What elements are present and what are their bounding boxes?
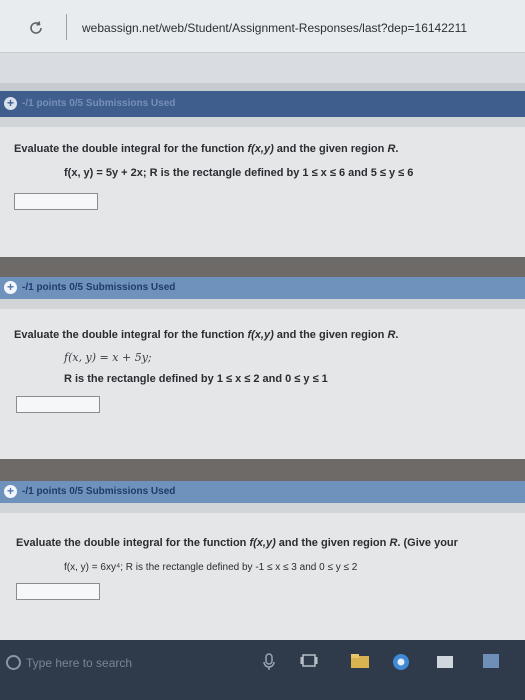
question-3-answer-input[interactable] — [16, 583, 100, 600]
question-3-prompt: Evaluate the double integral for the fun… — [16, 537, 458, 549]
bookmarks-band — [0, 53, 525, 83]
taskbar-search-input[interactable]: Type here to search — [26, 656, 132, 670]
question-2-panel: Evaluate the double integral for the fun… — [0, 299, 525, 459]
taskbar: Type here to search — [0, 640, 525, 700]
question-1-panel: Evaluate the double integral for the fun… — [0, 117, 525, 257]
question-2-points: -/1 points 0/5 Submissions Used — [22, 282, 176, 293]
question-3-points: -/1 points 0/5 Submissions Used — [22, 486, 176, 497]
reload-icon[interactable] — [28, 20, 44, 36]
question-3-panel: Evaluate the double integral for the fun… — [0, 503, 525, 640]
question-2-formula: f(x, y) = x + 5y; — [64, 351, 152, 364]
expand-icon[interactable]: + — [4, 281, 17, 294]
task-view-icon[interactable] — [300, 653, 318, 669]
page-top-strip — [0, 83, 525, 91]
question-2-answer-input[interactable] — [16, 396, 100, 413]
question-1-points: -/1 points 0/5 Submissions Used — [22, 98, 176, 109]
question-1-prompt: Evaluate the double integral for the fun… — [14, 143, 399, 155]
expand-icon[interactable]: + — [4, 97, 17, 110]
url-divider — [66, 14, 67, 40]
address-bar: webassign.net/web/Student/Assignment-Res… — [0, 0, 525, 53]
word-icon[interactable] — [482, 653, 500, 669]
question-3-header: + -/1 points 0/5 Submissions Used — [0, 481, 525, 503]
question-1-header: + -/1 points 0/5 Submissions Used — [0, 91, 525, 117]
cortana-icon[interactable] — [6, 655, 21, 670]
question-1-formula: f(x, y) = 5y + 2x; R is the rectangle de… — [64, 167, 414, 179]
chrome-icon[interactable] — [392, 653, 410, 671]
microphone-icon[interactable] — [262, 653, 276, 671]
question-3-formula: f(x, y) = 6xy⁴; R is the rectangle defin… — [64, 562, 358, 573]
expand-icon[interactable]: + — [4, 485, 17, 498]
file-explorer-icon[interactable] — [350, 653, 370, 669]
store-icon[interactable] — [436, 653, 454, 669]
question-2-prompt: Evaluate the double integral for the fun… — [14, 329, 399, 341]
url-field[interactable]: webassign.net/web/Student/Assignment-Res… — [82, 21, 467, 35]
question-2-header: + -/1 points 0/5 Submissions Used — [0, 277, 525, 299]
question-2-region: R is the rectangle defined by 1 ≤ x ≤ 2 … — [64, 373, 328, 385]
question-1-answer-input[interactable] — [14, 193, 98, 210]
